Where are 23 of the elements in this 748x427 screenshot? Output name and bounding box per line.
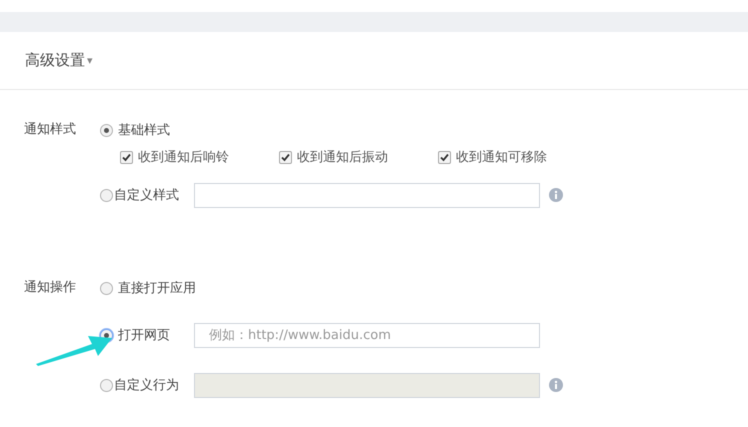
option-label: 直接打开应用 <box>118 280 196 297</box>
radio-button[interactable] <box>100 378 113 392</box>
caret-icon[interactable]: ▾ <box>87 54 93 67</box>
radio-button[interactable] <box>100 124 113 136</box>
group-label: 通知样式 <box>24 121 77 139</box>
option-label: 自定义行为 <box>114 377 179 394</box>
option-label: 打开网页 <box>118 327 170 344</box>
checkbox-label: 收到通知后响铃 <box>138 149 229 166</box>
checkbox[interactable] <box>279 150 292 164</box>
info-icon[interactable] <box>549 378 563 392</box>
option-label: 基础样式 <box>118 122 170 139</box>
section-title[interactable]: 高级设置 <box>25 51 85 70</box>
checkbox[interactable] <box>438 150 451 164</box>
group-label: 通知操作 <box>24 279 77 297</box>
radio-button[interactable] <box>100 282 113 294</box>
option-label: 自定义样式 <box>114 187 179 204</box>
radio-button[interactable] <box>100 188 113 202</box>
info-icon[interactable] <box>549 188 563 202</box>
checkbox-label: 收到通知可移除 <box>456 149 547 166</box>
text-field[interactable]: 例如：http://www.baidu.com <box>194 322 540 348</box>
text-field[interactable] <box>194 182 540 208</box>
checkbox[interactable] <box>120 150 133 164</box>
checkbox-label: 收到通知后振动 <box>297 149 388 166</box>
